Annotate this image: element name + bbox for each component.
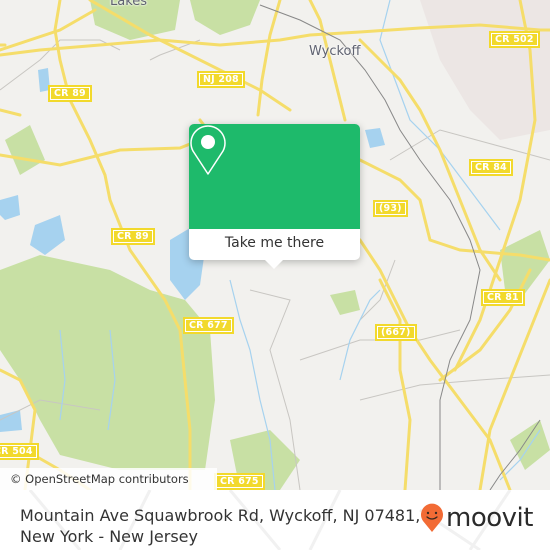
road-shield-route-667: (667): [375, 324, 417, 341]
map-pin-icon: [190, 125, 226, 175]
place-label-franklin-lakes: Lakes: [110, 0, 148, 9]
address-line-1: Mountain Ave Squawbrook Rd, Wyckoff, NJ …: [20, 506, 421, 525]
park-area: [330, 290, 360, 315]
lake: [30, 215, 65, 255]
park-area: [190, 0, 260, 35]
location-popup[interactable]: Take me there: [189, 124, 360, 269]
road-shield-cr-675: CR 675: [214, 473, 265, 490]
map-attribution[interactable]: © OpenStreetMap contributors: [0, 468, 217, 490]
park-area: [5, 125, 45, 175]
brand-name: moovit: [446, 503, 533, 533]
moovit-logo[interactable]: moovit: [420, 503, 533, 533]
popup-pointer: [265, 260, 283, 269]
address-line-2: New York - New Jersey: [20, 527, 198, 546]
take-me-there-button[interactable]: Take me there: [189, 229, 360, 260]
map[interactable]: Lakes Wyckoff NJ 208 CR 502 CR 89 CR 89 …: [0, 0, 550, 490]
popup-header: [189, 124, 360, 229]
address-text: Mountain Ave Squawbrook Rd, Wyckoff, NJ …: [20, 505, 420, 547]
road-shield-cr-81: CR 81: [481, 289, 525, 306]
road-shield-cr-89: CR 89: [111, 228, 155, 245]
road-shield-cr-504: CR 504: [0, 443, 39, 460]
road-shield-nj-208: NJ 208: [197, 71, 245, 88]
moovit-pin-smile-icon: [421, 503, 443, 532]
place-label-wyckoff: Wyckoff: [309, 44, 361, 59]
road-shield-route-93: (93): [373, 200, 408, 217]
road-shield-cr-502: CR 502: [489, 31, 540, 48]
lake: [0, 410, 22, 432]
lake: [365, 128, 385, 148]
road-shield-cr-677: CR 677: [183, 317, 234, 334]
road-shield-cr-89: CR 89: [48, 85, 92, 102]
road-shield-cr-84: CR 84: [469, 159, 513, 176]
lake: [0, 195, 20, 220]
